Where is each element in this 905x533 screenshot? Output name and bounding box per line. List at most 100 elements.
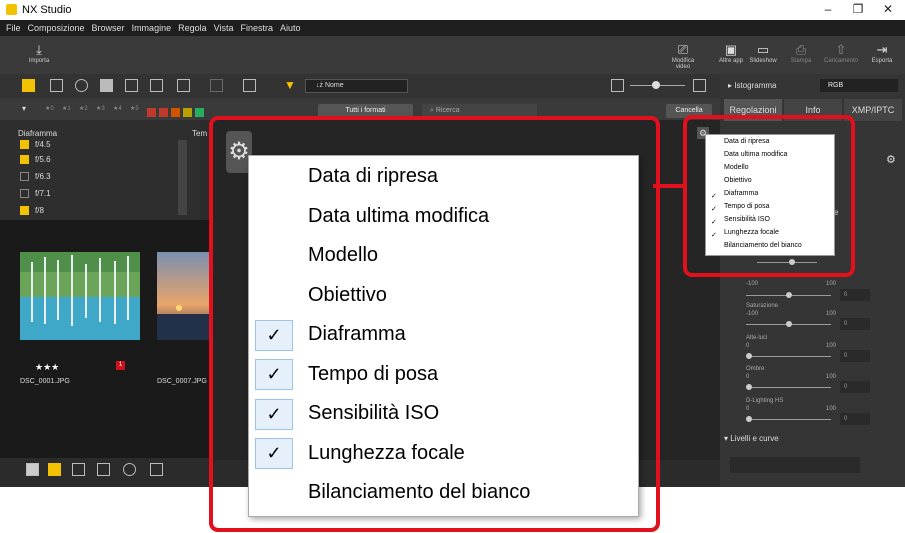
thumbnail-sunset-image[interactable] xyxy=(157,252,210,340)
slider-knob[interactable] xyxy=(786,321,792,327)
thumbnail-large-icon[interactable] xyxy=(693,79,706,92)
menu-finestra[interactable]: Finestra xyxy=(240,23,273,33)
grid-icon[interactable] xyxy=(97,463,110,476)
menu-item-data-ultima-modifica[interactable]: Data ultima modifica xyxy=(724,151,787,164)
filter-scrollbar[interactable] xyxy=(178,140,187,215)
label-chip-1[interactable] xyxy=(159,108,168,117)
import-button[interactable]: ⤓ Importa xyxy=(20,42,58,64)
checkbox-unchecked[interactable] xyxy=(20,189,29,198)
rating-filter-5[interactable]: ★5 xyxy=(130,105,139,112)
checkbox-checked[interactable] xyxy=(20,140,29,149)
slider-label: Saturazione xyxy=(746,303,779,309)
window-title: NX Studio xyxy=(22,4,72,16)
single-view-icon[interactable] xyxy=(100,79,113,92)
menu-item-lunghezza-focale[interactable]: Lunghezza focale xyxy=(724,229,779,242)
compare-view-icon[interactable] xyxy=(150,79,163,92)
levels-curves-section[interactable]: ▾ Livelli e curve xyxy=(724,434,779,443)
map-view-icon[interactable] xyxy=(75,79,88,92)
rating-filter-1[interactable]: ★1 xyxy=(62,105,71,112)
menu-aiuto[interactable]: Aiuto xyxy=(280,23,301,33)
slider-track[interactable] xyxy=(746,356,831,357)
channel-select[interactable]: RGB xyxy=(820,79,898,92)
checkbox-checked[interactable] xyxy=(20,155,29,164)
slider-label: D-Lighting HS xyxy=(746,398,784,404)
slider-knob[interactable] xyxy=(746,416,752,422)
checkbox-unchecked[interactable] xyxy=(20,172,29,181)
slider-min: 0 xyxy=(746,406,750,412)
label-chip-2[interactable] xyxy=(171,108,180,117)
checkbox-checked[interactable] xyxy=(20,206,29,215)
maximize-button[interactable]: ❐ xyxy=(848,2,868,16)
print-label: Stampa xyxy=(790,58,812,64)
slider-value[interactable]: 0 xyxy=(840,350,870,362)
menu-item-diaframma[interactable]: Diaframma xyxy=(724,190,758,203)
slideshow-label: Slideshow xyxy=(749,58,777,64)
filter-icon[interactable]: ▼ xyxy=(284,78,296,92)
info-icon[interactable] xyxy=(123,463,136,476)
thumbnail-small-icon[interactable] xyxy=(611,79,624,92)
menu-item-bilanciamento-del-bianco[interactable]: Bilanciamento del bianco xyxy=(724,242,802,255)
menu-item-modello[interactable]: Modello xyxy=(724,164,749,177)
thumbnail-forest-image[interactable] xyxy=(20,252,140,340)
menu-item-label: Data di ripresa xyxy=(724,138,770,145)
split-view-icon[interactable] xyxy=(177,79,190,92)
menu-vista[interactable]: Vista xyxy=(214,23,234,33)
menu-regola[interactable]: Regola xyxy=(178,23,207,33)
slideshow-button[interactable]: ▭ Slideshow xyxy=(744,42,782,64)
rating-filter-0[interactable]: ★0 xyxy=(45,105,54,112)
levels-select[interactable] xyxy=(730,457,860,473)
histogram-icon[interactable] xyxy=(150,463,163,476)
label-chip-3[interactable] xyxy=(183,108,192,117)
upload-button[interactable]: ⇧ Caricamento xyxy=(822,42,860,64)
menu-item-tempo-di-posa[interactable]: Tempo di posa xyxy=(724,203,770,216)
export-button[interactable]: ⇥ Esporta xyxy=(863,42,901,64)
frame-icon[interactable] xyxy=(72,463,85,476)
filter-item-label: f/6.3 xyxy=(35,172,51,181)
fit-icon[interactable] xyxy=(243,79,256,92)
print-button[interactable]: ⎙ Stampa xyxy=(782,42,820,64)
slider-value[interactable]: 0 xyxy=(840,381,870,393)
menu-composizione[interactable]: Composizione xyxy=(28,23,85,33)
grid-view-icon[interactable] xyxy=(22,79,35,92)
rotate-icon[interactable] xyxy=(210,79,223,92)
menu-item-data-di-ripresa[interactable]: Data di ripresa xyxy=(724,138,770,151)
label-chip-0[interactable] xyxy=(147,108,156,117)
menu-browser[interactable]: Browser xyxy=(92,23,125,33)
rating-filter-2[interactable]: ★2 xyxy=(79,105,88,112)
menu-bar: File Composizione Browser Immagine Regol… xyxy=(0,20,905,36)
menu-item-sensibilita-iso[interactable]: Sensibilità ISO xyxy=(724,216,770,229)
slider-track[interactable] xyxy=(746,387,831,388)
menu-file[interactable]: File xyxy=(6,23,21,33)
slider-knob[interactable] xyxy=(786,292,792,298)
sort-select[interactable]: ↓ż Nome xyxy=(305,79,408,93)
menu-item-obiettivo[interactable]: Obiettivo xyxy=(724,177,752,190)
thumbnail-size-knob[interactable] xyxy=(652,81,660,89)
filter-item[interactable]: f/6.3 xyxy=(20,172,51,181)
slider-value[interactable]: 0 xyxy=(840,289,870,301)
slider-knob[interactable] xyxy=(746,353,752,359)
filter-item[interactable]: f/4.5 xyxy=(20,140,51,149)
settings-gear-icon[interactable]: ⚙ xyxy=(886,153,898,166)
slider-min: -100 xyxy=(746,311,759,317)
filter-item[interactable]: f/7.1 xyxy=(20,189,51,198)
edit-video-button[interactable]: ⎚ Modifica video xyxy=(664,42,702,70)
label-chip-4[interactable] xyxy=(195,108,204,117)
filter-item[interactable]: f/8 xyxy=(20,206,44,215)
menu-immagine[interactable]: Immagine xyxy=(132,23,172,33)
stack-selected-icon[interactable] xyxy=(48,463,61,476)
slider-value[interactable]: 0 xyxy=(840,413,870,425)
close-button[interactable]: ✕ xyxy=(878,2,898,16)
histogram-header[interactable]: ▸ Istogramma xyxy=(728,81,776,90)
rating-filter-3[interactable]: ★3 xyxy=(96,105,105,112)
list-view-icon[interactable] xyxy=(50,79,63,92)
slider-min: 0 xyxy=(746,374,750,380)
filmstrip-view-icon[interactable] xyxy=(125,79,138,92)
stack-icon[interactable] xyxy=(26,463,39,476)
slider-value[interactable]: 0 xyxy=(840,318,870,330)
minimize-button[interactable]: – xyxy=(818,2,838,16)
slider-track[interactable] xyxy=(746,419,831,420)
filter-expand-icon[interactable]: ▾ xyxy=(22,104,26,113)
filter-item[interactable]: f/5.6 xyxy=(20,155,51,164)
slider-knob[interactable] xyxy=(746,384,752,390)
rating-filter-4[interactable]: ★4 xyxy=(113,105,122,112)
